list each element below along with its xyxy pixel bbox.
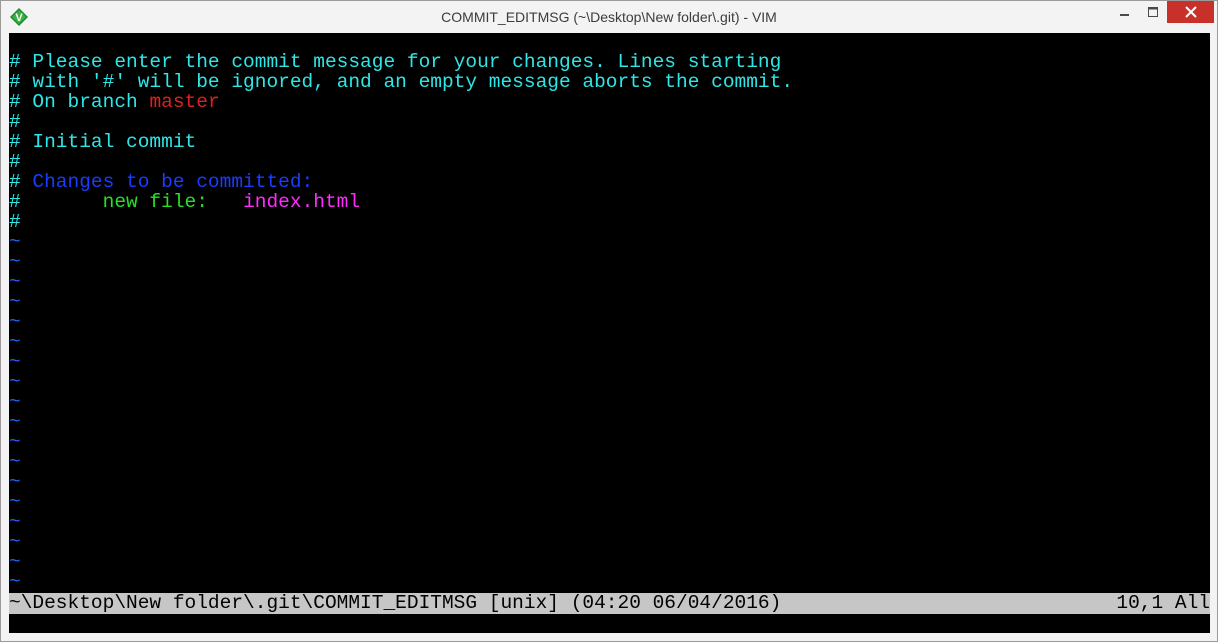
command-line[interactable] bbox=[9, 614, 1210, 633]
status-file-info: ~\Desktop\New folder\.git\COMMIT_EDITMSG… bbox=[9, 592, 782, 614]
empty-line-marker: ~ bbox=[9, 391, 21, 413]
buffer-line[interactable]: # bbox=[9, 112, 1210, 132]
line-text: Changes to be committed: bbox=[32, 171, 314, 193]
vim-window: V COMMIT_EDITMSG (~\Desktop\New folder\.… bbox=[0, 0, 1218, 642]
empty-line-marker: ~ bbox=[9, 331, 21, 353]
status-cursor-position: 10,1 All bbox=[1116, 592, 1210, 614]
close-icon bbox=[1184, 6, 1197, 18]
empty-line-marker: ~ bbox=[9, 231, 21, 253]
maximize-button[interactable] bbox=[1139, 1, 1167, 23]
buffer-line[interactable]: # On branch master bbox=[9, 92, 1210, 112]
buffer-line[interactable]: # new file: index.html bbox=[9, 192, 1210, 212]
line-text: # Please enter the commit message for yo… bbox=[9, 51, 782, 73]
minimize-button[interactable] bbox=[1111, 1, 1139, 23]
line-text: # bbox=[9, 111, 21, 133]
empty-line-marker: ~ bbox=[9, 551, 21, 573]
minimize-icon bbox=[1120, 14, 1129, 16]
line-text bbox=[208, 191, 243, 213]
buffer-lines[interactable]: # Please enter the commit message for yo… bbox=[9, 52, 1210, 592]
empty-line-marker: ~ bbox=[9, 451, 21, 473]
line-text: # bbox=[9, 151, 21, 173]
empty-line-marker: ~ bbox=[9, 571, 21, 593]
buffer-line[interactable]: # with '#' will be ignored, and an empty… bbox=[9, 72, 1210, 92]
close-button[interactable] bbox=[1167, 1, 1214, 23]
empty-line-marker: ~ bbox=[9, 431, 21, 453]
editor-buffer[interactable]: # Please enter the commit message for yo… bbox=[9, 33, 1210, 633]
title-bar[interactable]: V COMMIT_EDITMSG (~\Desktop\New folder\.… bbox=[1, 1, 1217, 33]
buffer-line[interactable]: # bbox=[9, 152, 1210, 172]
buffer-line[interactable]: # Please enter the commit message for yo… bbox=[9, 52, 1210, 72]
window-title: COMMIT_EDITMSG (~\Desktop\New folder\.gi… bbox=[441, 9, 777, 25]
line-text: master bbox=[149, 91, 220, 113]
empty-line-marker: ~ bbox=[9, 351, 21, 373]
empty-line-marker: ~ bbox=[9, 311, 21, 333]
empty-line-marker: ~ bbox=[9, 271, 21, 293]
line-text: # On branch bbox=[9, 91, 150, 113]
status-line: ~\Desktop\New folder\.git\COMMIT_EDITMSG… bbox=[9, 593, 1210, 614]
line-text: # with '#' will be ignored, and an empty… bbox=[9, 71, 794, 93]
maximize-icon bbox=[1148, 7, 1158, 17]
empty-line-marker: ~ bbox=[9, 291, 21, 313]
empty-line-marker: ~ bbox=[9, 251, 21, 273]
line-text: new file: bbox=[102, 191, 208, 213]
empty-line-marker: ~ bbox=[9, 471, 21, 493]
buffer-line[interactable]: # Changes to be committed: bbox=[9, 172, 1210, 192]
empty-line-marker: ~ bbox=[9, 411, 21, 433]
empty-line-marker: ~ bbox=[9, 511, 21, 533]
buffer-line[interactable]: # Initial commit bbox=[9, 132, 1210, 152]
buffer-line[interactable]: # bbox=[9, 212, 1210, 232]
line-text: # bbox=[9, 191, 103, 213]
empty-line-marker: ~ bbox=[9, 371, 21, 393]
line-text: index.html bbox=[243, 191, 361, 213]
line-text: # Initial commit bbox=[9, 131, 197, 153]
line-text: # bbox=[9, 171, 33, 193]
empty-line-marker: ~ bbox=[9, 491, 21, 513]
line-text: # bbox=[9, 211, 21, 233]
empty-line-marker: ~ bbox=[9, 531, 21, 553]
